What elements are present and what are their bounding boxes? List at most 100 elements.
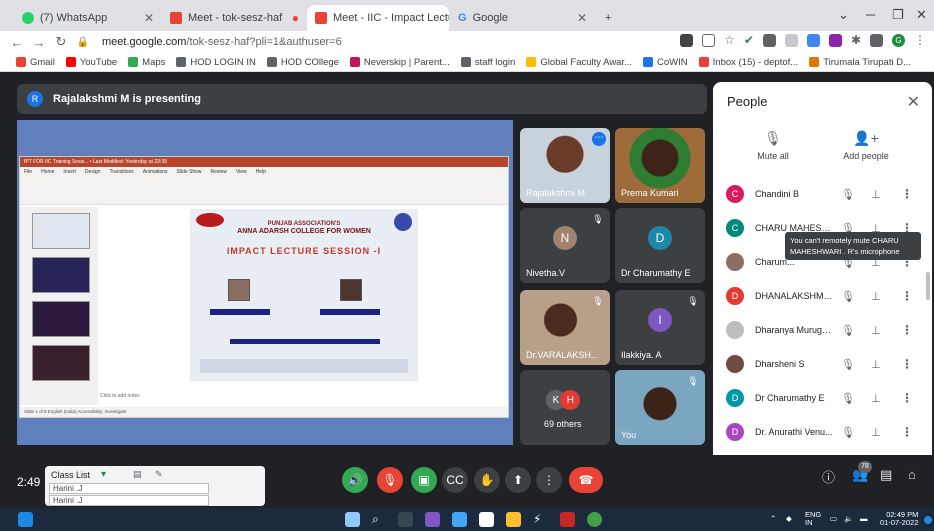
camera-icon[interactable] bbox=[680, 33, 694, 47]
mic-off-icon[interactable]: 🎙 bbox=[841, 358, 855, 371]
presentation-stage[interactable]: IPT FOR IIC Training Sessi... • Last Mod… bbox=[17, 120, 513, 445]
display-icon[interactable]: ▭ bbox=[830, 515, 837, 523]
sidebar-icon[interactable] bbox=[870, 33, 883, 47]
new-tab-button[interactable]: + bbox=[597, 5, 619, 31]
class-list-row[interactable]: Harini .J bbox=[49, 495, 209, 506]
minimize-icon[interactable]: ─ bbox=[866, 7, 875, 22]
participant-row[interactable]: D Dr. Anurathi Venu... 🎙 ⊥ ⋮ bbox=[713, 415, 932, 449]
notes-placeholder[interactable]: Click to add notes bbox=[100, 393, 140, 399]
bookmark-item[interactable]: YouTube bbox=[65, 57, 117, 68]
tool-icon[interactable]: ✎ bbox=[155, 469, 163, 480]
leave-call-button[interactable]: ☎ bbox=[569, 467, 603, 493]
pin-icon[interactable]: ⊥ bbox=[871, 324, 881, 337]
bookmark-item[interactable]: HOD LOGIN IN bbox=[176, 57, 256, 68]
lock-icon[interactable]: 🔒 bbox=[72, 37, 94, 48]
task-view-icon[interactable] bbox=[398, 512, 413, 527]
tab-google[interactable]: G Google ✕ bbox=[450, 5, 595, 31]
mic-off-icon[interactable]: 🎙 bbox=[841, 290, 855, 303]
extension-icon[interactable] bbox=[806, 33, 820, 47]
pin-icon[interactable]: ⊥ bbox=[871, 392, 881, 405]
chevron-down-icon[interactable]: ⌄ bbox=[838, 7, 849, 23]
close-icon[interactable]: ✕ bbox=[577, 11, 587, 25]
more-vert-icon[interactable]: ⋮ bbox=[901, 323, 913, 337]
mic-off-button[interactable]: 🎙 bbox=[377, 467, 403, 493]
network-icon[interactable]: ◆ bbox=[786, 515, 792, 523]
store-icon[interactable] bbox=[479, 512, 494, 527]
profile-avatar[interactable]: G bbox=[892, 33, 905, 47]
scrollbar[interactable] bbox=[926, 272, 930, 300]
raise-hand-button[interactable]: ✋ bbox=[474, 467, 500, 493]
close-icon[interactable]: ✕ bbox=[907, 92, 920, 112]
mic-off-icon[interactable]: 🎙 bbox=[841, 324, 855, 337]
mail-icon[interactable] bbox=[452, 512, 467, 527]
system-clock[interactable]: 02:49 PM 01-07-2022 bbox=[880, 511, 918, 527]
bookmark-item[interactable]: Tirumala Tirupati D... bbox=[809, 57, 911, 68]
others-tile[interactable]: K H 69 others bbox=[520, 370, 610, 445]
more-icon[interactable]: ⋯ bbox=[592, 132, 606, 146]
chat-icon[interactable]: ▤ bbox=[880, 467, 892, 483]
language-indicator[interactable]: ENG IN bbox=[805, 511, 821, 527]
more-vert-icon[interactable]: ⋮ bbox=[901, 187, 913, 201]
start-icon[interactable] bbox=[345, 512, 360, 527]
more-vert-icon[interactable]: ⋮ bbox=[901, 289, 913, 303]
reload-icon[interactable]: ↻ bbox=[50, 34, 72, 50]
windows-start-icon[interactable] bbox=[18, 512, 33, 527]
pin-icon[interactable]: ⊥ bbox=[871, 358, 881, 371]
participant-tile[interactable]: Prema Kumari bbox=[615, 128, 705, 203]
bookmark-item[interactable]: HOD COllege bbox=[266, 57, 339, 68]
bookmark-item[interactable]: Global Faculty Awar... bbox=[526, 57, 632, 68]
check-icon[interactable]: ✔ bbox=[744, 33, 754, 47]
star-icon[interactable]: ☆ bbox=[724, 33, 735, 47]
bookmark-item[interactable]: Gmail bbox=[16, 57, 55, 68]
participant-row[interactable]: Dharsheni S 🎙 ⊥ ⋮ bbox=[713, 347, 932, 381]
participant-tile[interactable]: ⋯ Rajalakshmi M bbox=[520, 128, 610, 203]
extension-icon[interactable] bbox=[828, 33, 842, 47]
participant-row[interactable]: D DHANALAKSHMI K 🎙 ⊥ ⋮ bbox=[713, 279, 932, 313]
bookmark-item[interactable]: staff login bbox=[460, 57, 515, 68]
more-options-button[interactable]: ⋮ bbox=[536, 467, 562, 493]
share-icon[interactable] bbox=[702, 33, 716, 47]
bookmark-item[interactable]: Maps bbox=[128, 57, 165, 68]
app-icon[interactable]: ⚡ bbox=[533, 512, 548, 527]
forward-icon[interactable]: → bbox=[28, 35, 50, 50]
dropdown-icon[interactable]: ▾ bbox=[101, 469, 106, 480]
office-icon[interactable] bbox=[560, 512, 575, 527]
self-tile[interactable]: 🎙 You bbox=[615, 370, 705, 445]
close-window-icon[interactable]: ✕ bbox=[916, 7, 927, 23]
extension-icon[interactable] bbox=[762, 33, 776, 47]
tab-meet-2[interactable]: Meet - IIC - Impact Lecture ● bbox=[307, 5, 449, 31]
explorer-icon[interactable] bbox=[506, 512, 521, 527]
mic-off-icon[interactable]: 🎙 bbox=[841, 392, 855, 405]
chrome-icon[interactable] bbox=[587, 512, 602, 527]
participant-tile[interactable]: 🎙 Dr.VARALAKSH... bbox=[520, 290, 610, 365]
participant-tile[interactable]: 🎙 N Nivetha.V bbox=[520, 208, 610, 283]
tool-icon[interactable]: ▤ bbox=[133, 469, 142, 480]
camera-button[interactable]: ▣ bbox=[411, 467, 437, 493]
extension-icon[interactable] bbox=[784, 33, 798, 47]
pin-icon[interactable]: ⊥ bbox=[871, 426, 881, 439]
teams-icon[interactable] bbox=[425, 512, 440, 527]
mic-off-icon[interactable]: 🎙 bbox=[841, 426, 855, 439]
add-people-button[interactable]: 👤+ Add people bbox=[826, 130, 906, 161]
more-vert-icon[interactable]: ⋮ bbox=[914, 33, 926, 47]
puzzle-icon[interactable]: ✱ bbox=[851, 33, 861, 47]
participant-tile[interactable]: 🎙 I Ilakkiya. A bbox=[615, 290, 705, 365]
bookmark-item[interactable]: Neverskip | Parent... bbox=[349, 57, 450, 68]
present-button[interactable]: ⬆ bbox=[505, 467, 531, 493]
bookmark-item[interactable]: Inbox (15) - deptof... bbox=[698, 57, 798, 68]
back-icon[interactable]: ← bbox=[6, 35, 28, 50]
search-icon[interactable]: ⌕ bbox=[372, 512, 387, 527]
pin-icon[interactable]: ⊥ bbox=[871, 188, 881, 201]
activities-icon[interactable]: ⌂ bbox=[908, 467, 916, 482]
close-icon[interactable]: ✕ bbox=[144, 11, 154, 25]
participant-row[interactable]: C Chandini B 🎙 ⊥ ⋮ bbox=[713, 177, 932, 211]
info-icon[interactable]: ⓘ bbox=[822, 467, 835, 486]
volume-icon[interactable]: 🔈 bbox=[844, 515, 853, 523]
notification-icon[interactable] bbox=[924, 516, 932, 524]
tab-meet-1[interactable]: Meet - tok-sesz-haf ● bbox=[162, 5, 307, 31]
class-list-window[interactable]: Class List ▾ ▤ ✎ Harini .J Harini .J bbox=[45, 466, 265, 506]
class-list-row[interactable]: Harini .J bbox=[49, 483, 209, 494]
maximize-icon[interactable]: ❐ bbox=[892, 7, 904, 23]
mute-all-button[interactable]: 🎙 Mute all bbox=[733, 130, 813, 161]
volume-button[interactable]: 🔊 bbox=[342, 467, 368, 493]
